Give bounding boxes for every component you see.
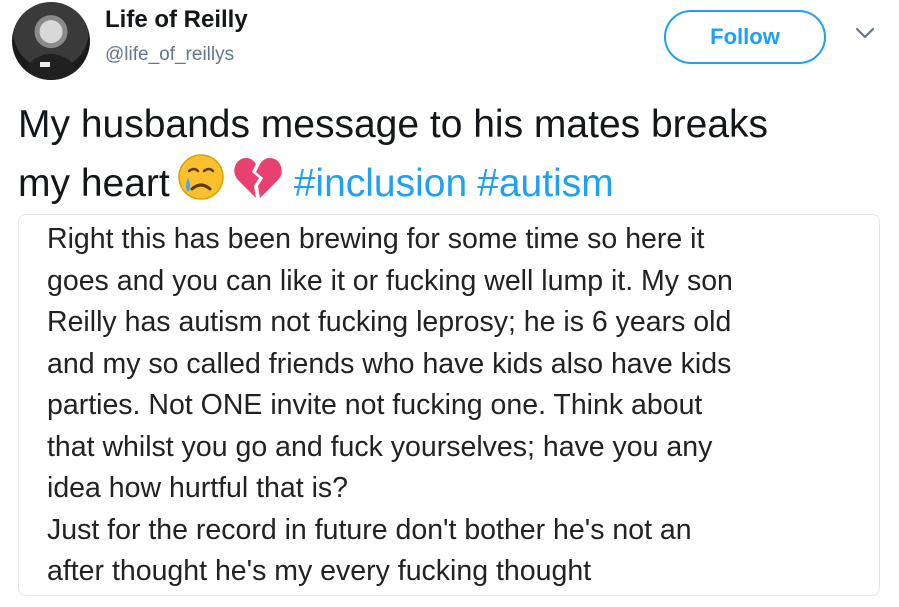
tweet-line-2-text: my heart <box>18 162 170 205</box>
avatar-shirt <box>22 54 80 80</box>
message-line: parties. Not ONE invite not fucking one.… <box>47 389 703 421</box>
user-handle[interactable]: @life_of_reillys <box>105 44 234 66</box>
tweet-line-1: My husbands message to his mates breaks <box>18 103 769 146</box>
display-name[interactable]: Life of Reilly <box>105 6 248 34</box>
tweet-image[interactable]: Right this has been brewing for some tim… <box>18 214 880 596</box>
avatar[interactable] <box>12 2 90 80</box>
message-line: Right this has been brewing for some tim… <box>47 223 705 255</box>
hashtag-inclusion[interactable]: #inclusion <box>294 162 467 205</box>
screenshot-message-text: Right this has been brewing for some tim… <box>47 219 877 593</box>
message-line: after thought he's my every fucking thou… <box>47 555 592 587</box>
tweet-text: My husbands message to his mates breaks … <box>18 98 878 211</box>
message-line: goes and you can like it or fucking well… <box>47 264 733 297</box>
message-line: that whilst you go and fuck yourselves; … <box>47 430 713 463</box>
follow-button[interactable]: Follow <box>664 10 826 64</box>
tweet-line-2: my heart #inclusion #autism <box>18 152 878 211</box>
message-line: Just for the record in future don't both… <box>47 513 692 546</box>
crying-face-emoji-icon <box>177 154 224 200</box>
chevron-down-icon[interactable] <box>855 26 875 40</box>
message-line: and my so called friends who have kids a… <box>47 347 732 380</box>
broken-heart-emoji-icon <box>234 158 282 198</box>
avatar-logo <box>40 62 50 67</box>
message-line: Reilly has autism not fucking leprosy; h… <box>47 306 732 338</box>
hashtag-autism[interactable]: #autism <box>477 162 614 205</box>
message-line: idea how hurtful that is? <box>47 472 349 504</box>
